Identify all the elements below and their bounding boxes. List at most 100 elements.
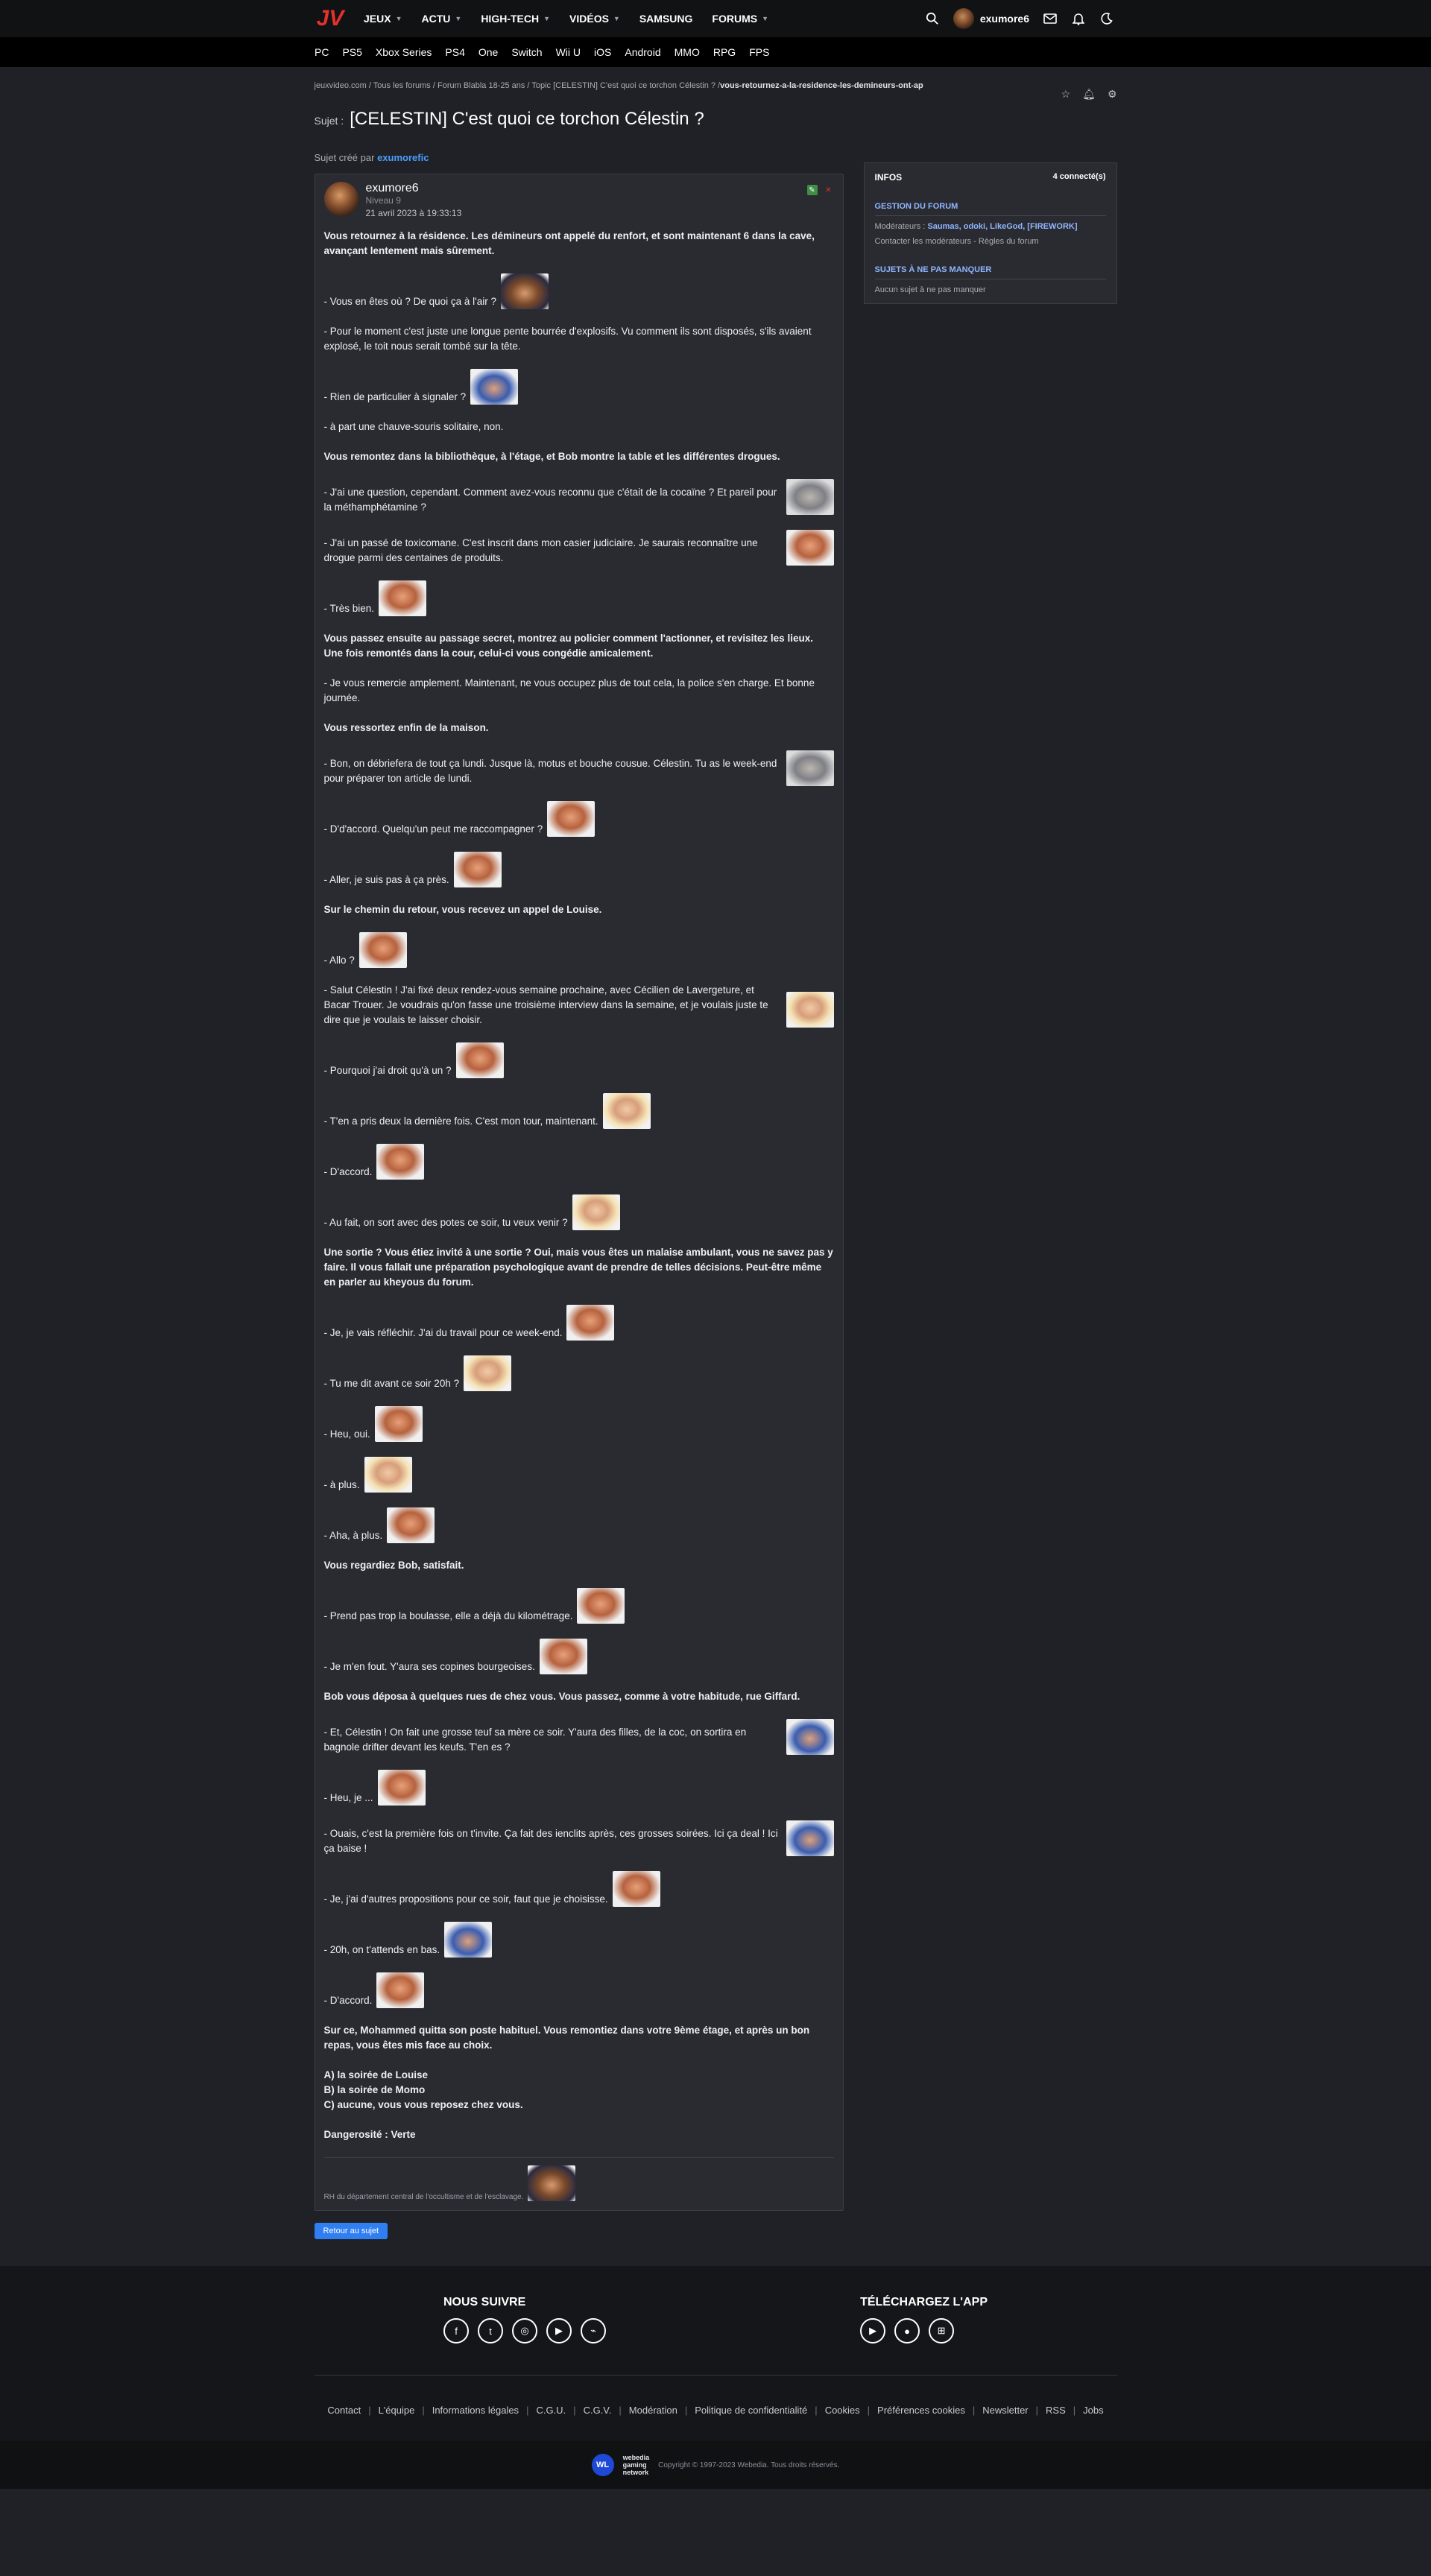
mail-icon[interactable] <box>1043 11 1058 26</box>
windows-icon[interactable]: ⊞ <box>929 2318 955 2344</box>
sticker-image[interactable] <box>786 750 834 786</box>
webedia-logo[interactable]: WL <box>591 2454 614 2476</box>
creator-link[interactable]: exumorefic <box>377 152 429 163</box>
sticker-image[interactable] <box>577 1588 625 1624</box>
instagram-icon[interactable]: ◎ <box>512 2318 537 2344</box>
sticker-image[interactable] <box>500 273 549 309</box>
footer-link[interactable]: L'équipe <box>379 2405 415 2416</box>
google-play-icon[interactable]: ▶ <box>860 2318 886 2344</box>
platform-link[interactable]: One <box>478 46 498 58</box>
post-paragraph: - Salut Célestin ! J'ai fixé deux rendez… <box>324 983 834 1028</box>
post-paragraph: Une sortie ? Vous étiez invité à une sor… <box>323 1247 833 1288</box>
sticker-image[interactable] <box>602 1093 651 1129</box>
user-menu[interactable]: exumore6 <box>953 8 1029 29</box>
sticker-image[interactable] <box>376 1972 425 2008</box>
sticker-image[interactable] <box>464 1355 512 1391</box>
platform-link[interactable]: Xbox Series <box>376 46 432 58</box>
edit-icon[interactable]: ✎ <box>806 185 818 195</box>
star-icon[interactable]: ☆ <box>1061 88 1071 101</box>
moon-icon[interactable] <box>1099 11 1114 26</box>
footer-link[interactable]: Newsletter <box>982 2405 1028 2416</box>
sticker-image[interactable] <box>786 1719 834 1755</box>
site-logo[interactable]: JV <box>315 4 346 33</box>
sticker-image[interactable] <box>374 1406 423 1442</box>
must-read-heading: SUJETS À NE PAS MANQUER <box>874 265 1106 279</box>
delete-icon[interactable]: ✕ <box>824 185 834 195</box>
footer-link[interactable]: Cookies <box>825 2405 860 2416</box>
sticker-image[interactable] <box>364 1457 412 1493</box>
post-paragraph: - à plus. <box>324 1457 834 1493</box>
platform-link[interactable]: PC <box>315 46 329 58</box>
nav-actu[interactable]: ACTU ▼ <box>422 13 462 25</box>
platform-link[interactable]: Switch <box>511 46 542 58</box>
sticker-image[interactable] <box>387 1507 435 1543</box>
bell-icon[interactable]: 🔔︎ <box>1082 88 1096 101</box>
connected-count[interactable]: 4 connecté(s) <box>1053 172 1106 183</box>
sticker-image[interactable] <box>786 530 834 566</box>
sticker-image[interactable] <box>453 852 502 887</box>
post-paragraph: Dangerosité : Verte <box>323 2129 416 2140</box>
footer-link[interactable]: RSS <box>1046 2405 1066 2416</box>
copyright-bar: WL webedia gaming network Copyright © 19… <box>0 2441 1431 2489</box>
post-paragraph: Vous regardiez Bob, satisfait. <box>323 1560 464 1571</box>
post-paragraph: - Ouais, c'est la première fois on t'inv… <box>324 1820 834 1856</box>
post-date[interactable]: 21 avril 2023 à 19:33:13 <box>366 208 462 218</box>
platform-link[interactable]: iOS <box>594 46 611 58</box>
sticker-image[interactable] <box>547 801 596 837</box>
sticker-image[interactable] <box>444 1922 493 1958</box>
nav-vidéos[interactable]: VIDÉOS ▼ <box>569 13 620 25</box>
search-icon[interactable] <box>925 11 940 26</box>
rss-icon[interactable]: ⌁ <box>581 2318 606 2344</box>
sticker-image[interactable] <box>786 479 834 515</box>
sticker-image[interactable] <box>566 1305 615 1341</box>
sticker-image[interactable] <box>572 1194 620 1230</box>
post-paragraph: - Je, je vais réfléchir. J'ai du travail… <box>324 1305 834 1341</box>
nav-high-tech[interactable]: HIGH-TECH ▼ <box>481 13 550 25</box>
footer-link[interactable]: C.G.U. <box>536 2405 566 2416</box>
sticker-image[interactable] <box>377 1770 426 1806</box>
sticker-image[interactable] <box>786 992 834 1028</box>
post-paragraph: - T'en a pris deux la dernière fois. C'e… <box>324 1093 834 1129</box>
nav-forums[interactable]: FORUMS ▼ <box>712 13 768 25</box>
footer-link[interactable]: Informations légales <box>432 2405 519 2416</box>
author-name[interactable]: exumore6 <box>366 182 462 195</box>
platform-link[interactable]: PS5 <box>342 46 361 58</box>
footer-link[interactable]: Modération <box>629 2405 677 2416</box>
no-topics: Aucun sujet à ne pas manquer <box>874 285 986 294</box>
youtube-icon[interactable]: ▶ <box>546 2318 572 2344</box>
moderators: Modérateurs : Saumas, odoki, LikeGod, [F… <box>874 222 1078 231</box>
footer-link[interactable]: C.G.V. <box>584 2405 612 2416</box>
sticker-image[interactable] <box>539 1639 587 1674</box>
sticker-image[interactable] <box>376 1144 425 1180</box>
platform-link[interactable]: FPS <box>749 46 769 58</box>
platform-link[interactable]: PS4 <box>445 46 464 58</box>
sticker-image[interactable] <box>379 580 427 616</box>
platform-link[interactable]: MMO <box>675 46 700 58</box>
footer-link[interactable]: Contact <box>327 2405 361 2416</box>
gear-icon[interactable]: ⚙ <box>1108 88 1117 101</box>
nav-jeux[interactable]: JEUX ▼ <box>364 13 402 25</box>
author-avatar[interactable] <box>323 182 358 216</box>
footer-links: Contact | L'équipe | Informations légales | C.… <box>327 2405 1104 2416</box>
footer-link[interactable]: Politique de confidentialité <box>695 2405 807 2416</box>
nav-samsung[interactable]: SAMSUNG <box>639 13 693 25</box>
sticker-image[interactable] <box>470 369 519 405</box>
footer-link[interactable]: Jobs <box>1083 2405 1103 2416</box>
sticker-image[interactable] <box>612 1871 660 1907</box>
bell-icon[interactable] <box>1071 11 1086 26</box>
footer-link[interactable]: Préférences cookies <box>877 2405 965 2416</box>
forum-links[interactable]: Contacter les modérateurs - Règles du fo… <box>875 237 1106 246</box>
forum-management-heading: GESTION DU FORUM <box>874 202 1106 216</box>
post-paragraph: Vous retournez à la résidence. Les démin… <box>323 230 815 256</box>
platform-link[interactable]: RPG <box>713 46 736 58</box>
apple-icon[interactable]: ● <box>894 2318 920 2344</box>
sticker-image[interactable] <box>786 1820 834 1856</box>
sticker-image[interactable] <box>358 932 407 968</box>
sticker-image[interactable] <box>455 1042 504 1078</box>
twitter-icon[interactable]: t <box>478 2318 503 2344</box>
breadcrumb[interactable]: jeuxvideo.com / Tous les forums / Forum … <box>315 77 1117 94</box>
platform-link[interactable]: Android <box>625 46 660 58</box>
back-to-topic-button[interactable]: Retour au sujet <box>314 2223 388 2239</box>
platform-link[interactable]: Wii U <box>556 46 581 58</box>
facebook-icon[interactable]: f <box>443 2318 469 2344</box>
